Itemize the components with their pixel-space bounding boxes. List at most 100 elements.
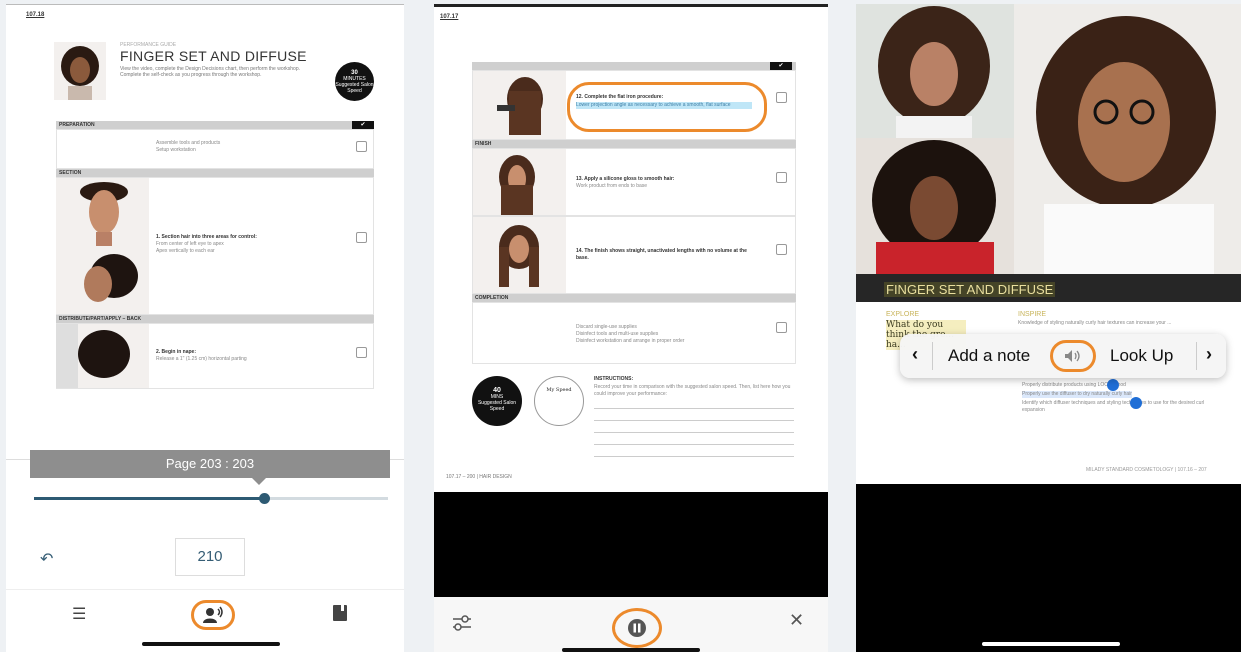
mannequin-front-image xyxy=(56,178,149,246)
step-title: 13. Apply a silicone gloss to smooth hai… xyxy=(576,176,675,182)
page-slider-fill xyxy=(34,497,265,500)
section-header: FINISH xyxy=(472,140,796,148)
page-id: 107.18 xyxy=(26,12,45,18)
media-area xyxy=(434,492,828,597)
step-bullet: Apex vertically to each ear xyxy=(156,248,215,254)
section-header: SECTION xyxy=(56,169,374,177)
selected-text: Properly use the diffuser to dry natural… xyxy=(1022,391,1132,398)
reader-panel-text-selection: FINGER SET AND DIFFUSE EXPLORE What do y… xyxy=(856,4,1241,652)
step-bullet: Release a 1" (1.25 cm) horizontal partin… xyxy=(156,356,247,362)
checkmark-header: ✔ xyxy=(352,121,374,129)
section-header: COMPLETION xyxy=(472,294,796,302)
reader-panel-page-view: 107.18 PERFORMANCE GUIDE FINGER SET AND … xyxy=(6,4,404,652)
answer-line xyxy=(594,432,794,433)
self-check-box[interactable] xyxy=(356,141,367,152)
flat-iron-image xyxy=(473,71,566,139)
menu-next-button[interactable]: › xyxy=(1206,344,1212,365)
instructions-title: INSTRUCTIONS: xyxy=(594,376,634,382)
text-selection-menu: ‹ Add a note Look Up › xyxy=(900,334,1226,378)
badge-caption: Suggested Salon Speed xyxy=(335,82,374,94)
instructions-text: Record your time in comparison with the … xyxy=(594,384,791,397)
answer-line xyxy=(594,408,794,409)
explore-label: EXPLORE xyxy=(886,311,920,318)
menu-prev-button[interactable]: ‹ xyxy=(912,344,918,365)
step-bullet: Disinfect tools and multi-use supplies xyxy=(576,331,659,337)
model-portrait-image xyxy=(54,42,106,100)
step-title: 2. Begin in nape: xyxy=(156,349,197,355)
selection-end-handle[interactable] xyxy=(1130,397,1142,409)
list-icon[interactable]: ☰ xyxy=(72,604,86,624)
step-bullet: From center of left eye to apex xyxy=(156,241,224,247)
selected-title-text[interactable]: FINGER SET AND DIFFUSE xyxy=(884,282,1056,297)
self-check-box[interactable] xyxy=(776,244,787,255)
page-footer: 107.17 – 200 | HAIR DESIGN xyxy=(446,474,512,480)
my-speed-circle: My Speed xyxy=(534,376,584,426)
step-bullet: Discard single-use supplies xyxy=(576,324,637,330)
gloss-image xyxy=(473,149,566,215)
checkmark-header: ✔ xyxy=(770,62,792,70)
undo-icon[interactable]: ↶ xyxy=(40,549,53,569)
spoken-text-highlight: Lower projection angle as necessary to a… xyxy=(576,102,752,109)
reader-panel-reading-aloud: 107.17 ✔ 12. Complete the flat iron proc… xyxy=(434,4,828,652)
inspire-label: INSPIRE xyxy=(1018,311,1047,318)
photo-woman-glasses xyxy=(1014,4,1241,274)
self-check-box[interactable] xyxy=(776,172,787,183)
step-bullet: Assemble tools and products xyxy=(156,140,221,146)
speak-button[interactable] xyxy=(1050,340,1096,372)
top-rule xyxy=(6,4,404,5)
finished-style-image xyxy=(473,217,566,293)
step-title: 14. The finish shows straight, unactivat… xyxy=(576,248,747,261)
look-up-button[interactable]: Look Up xyxy=(1110,346,1173,366)
home-indicator xyxy=(982,642,1120,646)
answer-line xyxy=(594,456,794,457)
pause-button[interactable] xyxy=(612,608,662,648)
section-header: PREPARATION xyxy=(56,121,374,129)
page-slider-thumb[interactable] xyxy=(259,493,271,504)
bookmark-icon[interactable] xyxy=(332,604,348,622)
page-title: FINGER SET AND DIFFUSE xyxy=(120,48,307,64)
step-bullet: Setup workstation xyxy=(156,147,196,153)
home-indicator xyxy=(142,642,280,646)
menu-separator xyxy=(932,342,933,370)
self-check-box[interactable] xyxy=(776,322,787,333)
step-title: 12. Complete the flat iron procedure: xyxy=(576,94,664,100)
my-speed-label: My Speed xyxy=(546,387,572,393)
read-aloud-button[interactable] xyxy=(191,600,235,630)
self-check-box[interactable] xyxy=(356,232,367,243)
objective-bullet: Identify which diffuser techniques and s… xyxy=(1022,400,1205,413)
answer-line xyxy=(594,420,794,421)
page-slider-tooltip: Page 203 : 203 xyxy=(30,450,390,485)
answer-line xyxy=(594,444,794,445)
menu-separator xyxy=(1196,342,1197,370)
page-footer: MILADY STANDARD COSMETOLOGY | 107.16 – 2… xyxy=(1086,467,1207,473)
mannequin-side-image xyxy=(56,246,149,314)
close-icon[interactable]: ✕ xyxy=(789,610,804,631)
toolbar-divider xyxy=(6,589,404,590)
page-description: View the video, complete the Design Deci… xyxy=(120,66,300,78)
selection-start-handle[interactable] xyxy=(1107,379,1119,391)
read-aloud-icon xyxy=(203,606,223,623)
step-bullet: Disinfect workstation and arrange in pro… xyxy=(576,338,685,344)
self-check-box[interactable] xyxy=(356,347,367,358)
add-note-button[interactable]: Add a note xyxy=(948,346,1030,366)
chapter-title-bar: FINGER SET AND DIFFUSE xyxy=(856,274,1241,302)
section-header xyxy=(472,62,796,70)
home-indicator xyxy=(562,648,700,652)
photo-woman-curly-smiling xyxy=(856,4,1014,138)
photo-woman-red-top xyxy=(856,138,1014,274)
salon-speed-badge: 30 MINUTES Suggested Salon Speed xyxy=(335,62,374,101)
pause-icon xyxy=(628,619,646,637)
top-rule xyxy=(434,4,828,7)
step-title: 1. Section hair into three areas for con… xyxy=(156,234,257,240)
mannequin-back-image xyxy=(56,324,149,388)
self-check-box[interactable] xyxy=(776,92,787,103)
section-header: DISTRIBUTE/PART/APPLY – BACK xyxy=(56,315,374,323)
sliders-icon[interactable] xyxy=(452,614,472,632)
speaker-icon xyxy=(1065,350,1080,362)
salon-speed-badge: 40 MINS Suggested Salon Speed xyxy=(472,376,522,426)
step-bullet: Work product from ends to base xyxy=(576,183,648,189)
page-number-input[interactable]: 210 xyxy=(175,538,245,576)
page-slider[interactable] xyxy=(34,493,388,504)
page-id: 107.17 xyxy=(440,14,459,20)
table-row xyxy=(56,129,374,169)
